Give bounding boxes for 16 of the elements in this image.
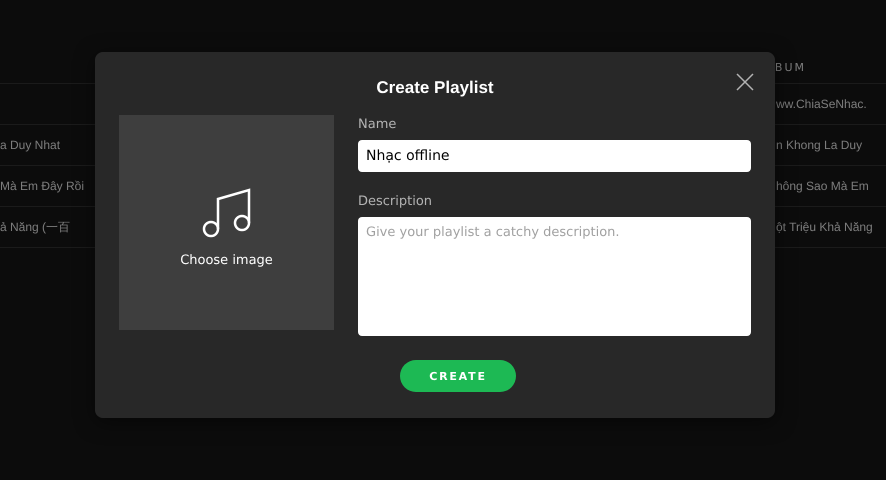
column-header: BUM: [774, 61, 806, 76]
table-cell: Mà Em Đây Rồi: [0, 179, 84, 193]
close-icon[interactable]: [736, 73, 754, 91]
table-cell-text: n Khong La Duy: [776, 138, 864, 152]
name-label: Name: [358, 117, 396, 134]
table-cell: a Duy Nhat: [0, 138, 60, 152]
description-label: Description: [358, 194, 432, 211]
dialog-title: Create Playlist: [376, 78, 494, 98]
table-cell-text: ột Triệu Khả Năng: [776, 220, 874, 234]
description-field[interactable]: Give your playlist a catchy description.: [358, 217, 751, 336]
table-cell-text: ww.ChiaSeNhac.: [776, 97, 868, 111]
name-field[interactable]: Nhạc offline: [358, 140, 751, 172]
table-cell: ả Năng (一百: [0, 218, 70, 236]
table-cell-text: hông Sao Mà Em: [776, 179, 870, 193]
music-note-icon: [202, 187, 252, 239]
image-picker[interactable]: Choose image: [119, 115, 334, 330]
